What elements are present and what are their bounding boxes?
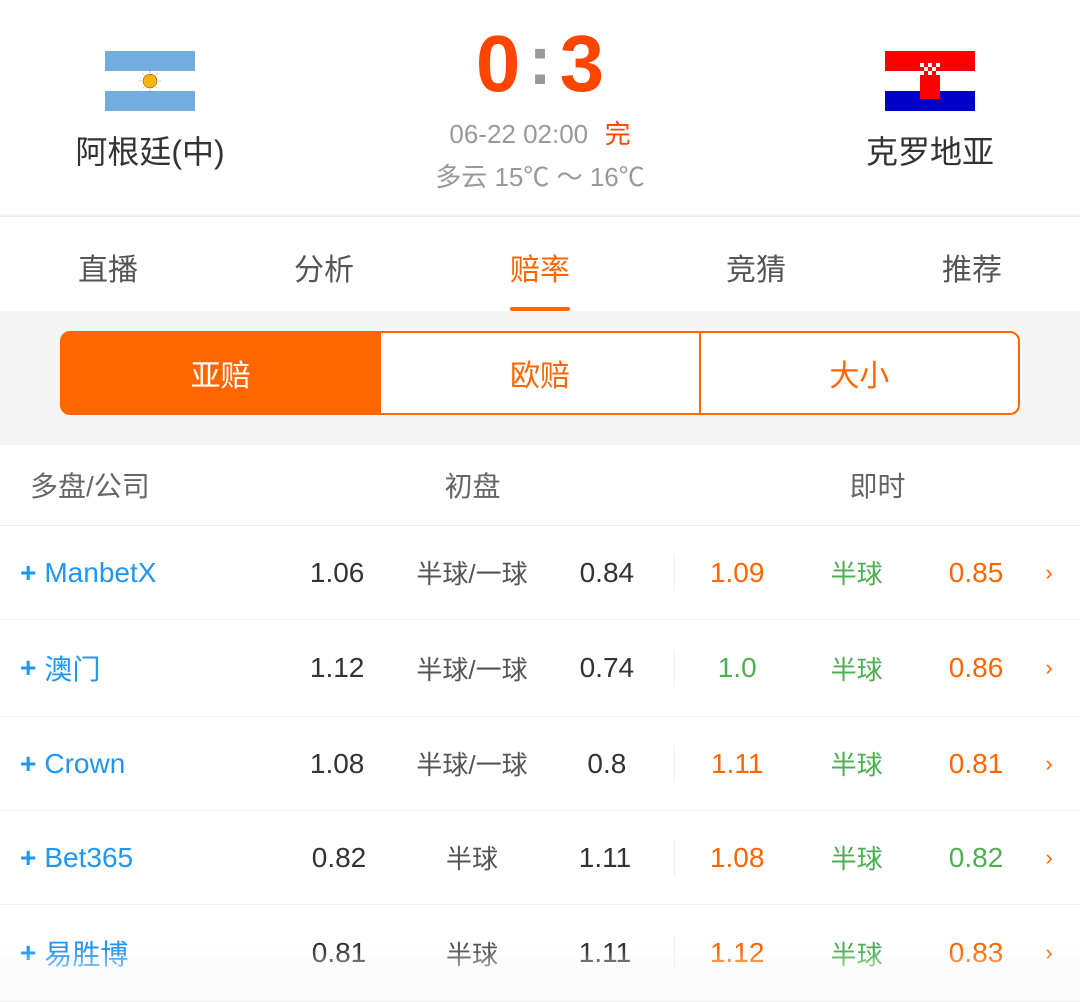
croatia-logo (885, 45, 975, 117)
header-initial: 初盘 (270, 465, 675, 505)
company-cell[interactable]: + 易胜博 (0, 933, 270, 973)
live-odds: 1.08 半球 0.82 › (675, 839, 1080, 876)
sub-tab-europe[interactable]: 欧赔 (381, 331, 698, 415)
initial-right: 1.11 (570, 937, 640, 969)
sub-tabs: 亚赔 欧赔 大小 (0, 311, 1080, 435)
table-header: 多盘/公司 初盘 即时 (0, 445, 1080, 526)
live-mid: 半球 (807, 839, 907, 876)
live-right: 0.83 (941, 937, 1011, 969)
table-row[interactable]: + Crown 1.08 半球/一球 0.8 1.11 半球 0.81 › (0, 717, 1080, 811)
arrow-icon: › (1045, 560, 1052, 586)
live-mid: 半球 (807, 650, 907, 687)
arrow-icon: › (1045, 940, 1052, 966)
table-row[interactable]: + 易胜博 0.81 半球 1.11 1.12 半球 0.83 › (0, 905, 1080, 1002)
team-right: 克罗地亚 (800, 45, 1060, 173)
plus-icon: + (20, 842, 36, 874)
header-company: 多盘/公司 (0, 465, 270, 505)
score-left: 0 (476, 24, 521, 104)
live-left: 1.08 (702, 842, 772, 874)
live-odds: 1.09 半球 0.85 › (675, 554, 1080, 591)
match-datetime-line: 06-22 02:00 完 (435, 114, 645, 151)
live-left: 1.09 (702, 557, 772, 589)
company-name: ManbetX (44, 557, 156, 589)
initial-left: 1.06 (302, 557, 372, 589)
nav-tabs: 直播 分析 赔率 竞猜 推荐 (0, 216, 1080, 311)
company-name: 易胜博 (44, 933, 128, 973)
team-right-name: 克罗地亚 (866, 127, 994, 173)
live-right: 0.85 (941, 557, 1011, 589)
live-left: 1.11 (702, 748, 772, 780)
live-right: 0.82 (941, 842, 1011, 874)
initial-odds: 0.81 半球 1.11 (270, 935, 675, 972)
initial-mid: 半球 (422, 935, 522, 972)
company-cell[interactable]: + Bet365 (0, 842, 270, 874)
initial-left: 0.82 (304, 842, 374, 874)
initial-odds: 0.82 半球 1.11 (270, 839, 675, 876)
arrow-icon: › (1045, 845, 1052, 871)
score-colon: : (528, 25, 551, 95)
argentina-logo (105, 45, 195, 117)
company-cell[interactable]: + 澳门 (0, 648, 270, 688)
header-live: 即时 (675, 465, 1080, 505)
arrow-icon: › (1045, 655, 1052, 681)
initial-left: 1.08 (302, 748, 372, 780)
live-left: 1.12 (702, 937, 772, 969)
company-name: 澳门 (44, 648, 100, 688)
plus-icon: + (20, 557, 36, 589)
company-cell[interactable]: + Crown (0, 748, 270, 780)
tab-live[interactable]: 直播 (0, 217, 216, 311)
table-row[interactable]: + 澳门 1.12 半球/一球 0.74 1.0 半球 0.86 › (0, 620, 1080, 717)
initial-left: 1.12 (302, 652, 372, 684)
initial-right: 0.74 (572, 652, 642, 684)
score-center: 0 : 3 06-22 02:00 完 多云 15℃ ～ 16℃ (280, 24, 800, 194)
tab-analysis[interactable]: 分析 (216, 217, 432, 311)
initial-right: 1.11 (570, 842, 640, 874)
tab-odds[interactable]: 赔率 (432, 217, 648, 311)
match-info: 06-22 02:00 完 多云 15℃ ～ 16℃ (435, 114, 645, 194)
score-right: 3 (560, 24, 605, 104)
company-name: Bet365 (44, 842, 133, 874)
live-mid: 半球 (807, 554, 907, 591)
score-display: 0 : 3 (476, 24, 604, 104)
initial-mid: 半球/一球 (416, 554, 527, 591)
initial-right: 0.8 (572, 748, 642, 780)
sub-tab-asia[interactable]: 亚赔 (60, 331, 381, 415)
live-odds: 1.12 半球 0.83 › (675, 935, 1080, 972)
tab-recommend[interactable]: 推荐 (864, 217, 1080, 311)
live-right: 0.81 (941, 748, 1011, 780)
initial-right: 0.84 (572, 557, 642, 589)
table-row[interactable]: + Bet365 0.82 半球 1.11 1.08 半球 0.82 › (0, 811, 1080, 905)
match-weather: 多云 15℃ ～ 16℃ (435, 157, 645, 194)
team-left: 阿根廷(中) (20, 45, 280, 173)
tab-predict[interactable]: 竞猜 (648, 217, 864, 311)
live-odds: 1.11 半球 0.81 › (675, 745, 1080, 782)
initial-left: 0.81 (304, 937, 374, 969)
live-mid: 半球 (807, 935, 907, 972)
initial-mid: 半球 (422, 839, 522, 876)
table-row[interactable]: + ManbetX 1.06 半球/一球 0.84 1.09 半球 0.85 › (0, 526, 1080, 620)
plus-icon: + (20, 652, 36, 684)
company-name: Crown (44, 748, 125, 780)
live-odds: 1.0 半球 0.86 › (675, 650, 1080, 687)
initial-mid: 半球/一球 (416, 650, 527, 687)
initial-odds: 1.08 半球/一球 0.8 (270, 745, 675, 782)
live-left: 1.0 (702, 652, 772, 684)
live-mid: 半球 (807, 745, 907, 782)
initial-odds: 1.12 半球/一球 0.74 (270, 650, 675, 687)
match-datetime: 06-22 02:00 (449, 119, 588, 149)
match-status: 完 (605, 119, 631, 149)
team-left-name: 阿根廷(中) (75, 127, 224, 173)
odds-table: 多盘/公司 初盘 即时 + ManbetX 1.06 半球/一球 0.84 1.… (0, 445, 1080, 1002)
plus-icon: + (20, 937, 36, 969)
initial-odds: 1.06 半球/一球 0.84 (270, 554, 675, 591)
sub-tab-size[interactable]: 大小 (699, 331, 1020, 415)
company-cell[interactable]: + ManbetX (0, 557, 270, 589)
arrow-icon: › (1045, 751, 1052, 777)
plus-icon: + (20, 748, 36, 780)
live-right: 0.86 (941, 652, 1011, 684)
score-section: 阿根廷(中) 0 : 3 06-22 02:00 完 多云 15℃ ～ 16℃ (0, 0, 1080, 214)
initial-mid: 半球/一球 (416, 745, 527, 782)
